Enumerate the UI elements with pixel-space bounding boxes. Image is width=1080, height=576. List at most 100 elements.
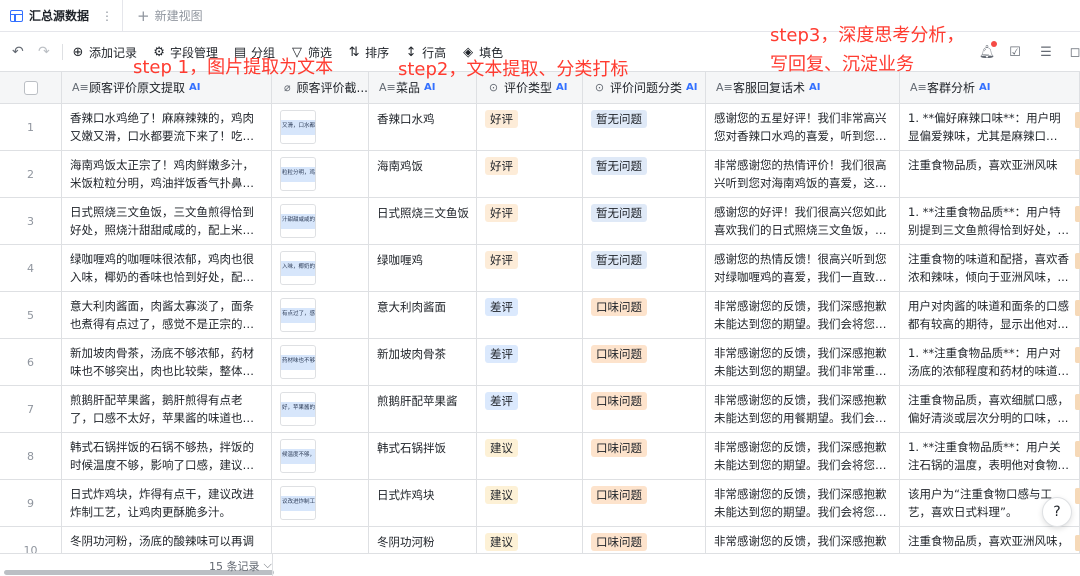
screenshot-thumbnail[interactable]: 有点过了，感觉 [280, 298, 316, 332]
sort-button[interactable]: ⇅ 排序 [347, 44, 389, 61]
bell-icon[interactable]: 🔔︎ [978, 41, 997, 61]
table-row[interactable]: 5意大利肉酱面，肉酱太寡淡了，面条也煮得有点过了，感觉不是正宗的意大利... 有点… [0, 292, 1080, 339]
table-row[interactable]: 6新加坡肉骨茶，汤底不够浓郁，药材味也不够突出，肉也比较柴，整体来说比... 药材… [0, 339, 1080, 386]
cell-issue-category[interactable]: 暂无问题 [583, 151, 706, 197]
cell-review-type[interactable]: 建议 [477, 480, 583, 526]
cell-review-type[interactable]: 差评 [477, 386, 583, 432]
screenshot-thumbnail[interactable]: 候温度不够，影 [280, 439, 316, 473]
more-icon[interactable]: ⋮ [101, 9, 113, 23]
cell-reply-script[interactable]: 感谢您的五星好评！我们非常高兴您对香辣口水鸡的喜爱，听到您说鸡... [706, 104, 900, 150]
cell-review-text[interactable]: 日式炸鸡块，炸得有点干，建议改进炸制工艺，让鸡肉更酥脆多汁。 [62, 480, 272, 526]
screenshot-thumbnail[interactable]: 汁甜甜咸咸的，配 [280, 204, 316, 238]
column-header[interactable]: A≡ 客群分析 AI [900, 72, 1080, 103]
cell-issue-category[interactable]: 口味问题 [583, 480, 706, 526]
cell-reply-script[interactable]: 感谢您的好评！我们很高兴您如此喜欢我们的日式照烧三文鱼饭，尤其... [706, 198, 900, 244]
undo-icon[interactable]: ↶ [12, 44, 26, 60]
cell-review-screenshot[interactable]: 好，苹果酱的味 [272, 386, 369, 432]
cell-review-type[interactable]: 差评 [477, 292, 583, 338]
cell-review-type[interactable]: 建议 [477, 433, 583, 479]
cell-review-screenshot[interactable]: 议改进炸制工 [272, 480, 369, 526]
cell-dish[interactable]: 意大利肉酱面 [369, 292, 477, 338]
cell-dish[interactable]: 海南鸡饭 [369, 151, 477, 197]
cell-customer-group[interactable]: 1. **偏好麻辣口味**：用户明显偏爱辣味，尤其是麻辣口味，... [900, 104, 1080, 150]
new-view-button[interactable]: + 新建视图 [137, 7, 203, 25]
screenshot-thumbnail[interactable]: 又滑，口水都 [280, 110, 316, 144]
cell-dish[interactable]: 新加坡肉骨茶 [369, 339, 477, 385]
footer-divider [272, 554, 273, 576]
cell-dish[interactable]: 煎鹅肝配苹果酱 [369, 386, 477, 432]
cell-issue-category[interactable]: 口味问题 [583, 386, 706, 432]
record-count[interactable]: 15 条记录 ⌵ [209, 558, 272, 574]
table-row[interactable]: 1香辣口水鸡绝了！麻麻辣辣的，鸡肉又嫩又滑，口水都要流下来了！吃完还想... 又滑… [0, 104, 1080, 151]
cell-review-screenshot[interactable]: 粒粒分明，鸡油拌 [272, 151, 369, 197]
cell-issue-category[interactable]: 暂无问题 [583, 198, 706, 244]
cell-dish[interactable]: 日式照烧三文鱼饭 [369, 198, 477, 244]
cell-customer-group[interactable]: 1. **注重食物品质**：用户关注石锅的温度，表明他对食物的... [900, 433, 1080, 479]
table-row[interactable]: 4绿咖喱鸡的咖喱味很浓郁，鸡肉也很入味，椰奶的香味也恰到好处，配饭一... 入味，… [0, 245, 1080, 292]
cell-dish[interactable]: 韩式石锅拌饭 [369, 433, 477, 479]
cell-dish[interactable]: 绿咖喱鸡 [369, 245, 477, 291]
cell-customer-group[interactable]: 注重食物品质，喜欢亚洲风味 [900, 151, 1080, 197]
cell-reply-script[interactable]: 感谢您的热情反馈！很高兴听到您对绿咖喱鸡的喜爱，我们一直致力于... [706, 245, 900, 291]
cell-issue-category[interactable]: 暂无问题 [583, 245, 706, 291]
cell-review-text[interactable]: 日式照烧三文鱼饭，三文鱼煎得恰到好处，照烧汁甜甜咸咸的，配上米饭，简... [62, 198, 272, 244]
cell-review-text[interactable]: 新加坡肉骨茶，汤底不够浓郁，药材味也不够突出，肉也比较柴，整体来说比... [62, 339, 272, 385]
table-row[interactable]: 3日式照烧三文鱼饭，三文鱼煎得恰到好处，照烧汁甜甜咸咸的，配上米饭，简... 汁甜… [0, 198, 1080, 245]
cell-reply-script[interactable]: 非常感谢您的热情评价！我们很高兴听到您对海南鸡饭的喜爱，这正是... [706, 151, 900, 197]
cell-review-text[interactable]: 韩式石锅拌饭的石锅不够热，拌饭的时候温度不够，影响了口感，建议提高石... [62, 433, 272, 479]
redo-icon[interactable]: ↷ [38, 44, 52, 60]
tab-summary-data[interactable]: 汇总源数据 ⋮ [0, 0, 124, 32]
cell-reply-script[interactable]: 非常感谢您的反馈，我们深感抱歉未能达到您的期望。我们会将您对日... [706, 480, 900, 526]
table-row[interactable]: 8韩式石锅拌饭的石锅不够热，拌饭的时候温度不够，影响了口感，建议提高石... 候温… [0, 433, 1080, 480]
cell-reply-script[interactable]: 非常感谢您的反馈，我们深感抱歉未能达到您的期望。我们会将您对韩... [706, 433, 900, 479]
cell-issue-category[interactable]: 口味问题 [583, 433, 706, 479]
screenshot-thumbnail[interactable]: 粒粒分明，鸡油拌 [280, 157, 316, 191]
table-row[interactable]: 9 日式炸鸡块，炸得有点干，建议改进炸制工艺，让鸡肉更酥脆多汁。 议改进炸制工 日式炸… [0, 480, 1080, 527]
cell-review-type[interactable]: 差评 [477, 339, 583, 385]
cell-reply-script[interactable]: 非常感谢您的反馈，我们深感抱歉未能达到您的期望。我们会将您对意... [706, 292, 900, 338]
cell-review-type[interactable]: 好评 [477, 245, 583, 291]
cell-review-screenshot[interactable]: 有点过了，感觉 [272, 292, 369, 338]
cell-review-text[interactable]: 海南鸡饭太正宗了！鸡肉鲜嫩多汁，米饭粒粒分明，鸡油拌饭香气扑鼻，简直... [62, 151, 272, 197]
cell-review-type[interactable]: 好评 [477, 198, 583, 244]
group-analysis-text: 用户对肉酱的味道和面条的口感都有较高的期待，显示出他对... [908, 299, 1069, 331]
cell-reply-script[interactable]: 非常感谢您的反馈，我们深感抱歉未能达到您的用餐期望。我们会将您... [706, 386, 900, 432]
cell-review-screenshot[interactable]: 候温度不够，影 [272, 433, 369, 479]
review-type-tag: 差评 [485, 392, 518, 410]
select-all-checkbox[interactable] [24, 81, 38, 95]
cell-review-screenshot[interactable]: 汁甜甜咸咸的，配 [272, 198, 369, 244]
thumbnail-text: 入味，椰奶的香 [282, 264, 316, 270]
cell-customer-group[interactable]: 1. **注重食物品质**：用户特别提到三文鱼煎得恰到好处，说... [900, 198, 1080, 244]
cell-review-screenshot[interactable]: 入味，椰奶的香 [272, 245, 369, 291]
cell-customer-group[interactable]: 注重食物品质，喜欢细腻口感，偏好清淡或层次分明的口味，... [900, 386, 1080, 432]
cell-review-text[interactable]: 意大利肉酱面，肉酱太寡淡了，面条也煮得有点过了，感觉不是正宗的意大利... [62, 292, 272, 338]
cell-review-screenshot[interactable]: 又滑，口水都 [272, 104, 369, 150]
add-record-button[interactable]: ⊕ 添加记录 [71, 44, 137, 61]
search-list-icon[interactable]: ☰ [1037, 43, 1055, 61]
cell-review-text[interactable]: 煎鹅肝配苹果酱，鹅肝煎得有点老了，口感不太好，苹果酱的味道也掩盖了鹅... [62, 386, 272, 432]
screenshot-thumbnail[interactable]: 议改进炸制工 [280, 486, 316, 520]
comment-icon[interactable]: ◻ [1066, 43, 1080, 61]
cell-dish[interactable]: 日式炸鸡块 [369, 480, 477, 526]
checklist-icon[interactable]: ☑ [1006, 43, 1024, 61]
cell-reply-script[interactable]: 非常感谢您的反馈，我们深感抱歉未能达到您的期望。我们非常重视您... [706, 339, 900, 385]
cell-customer-group[interactable]: 用户对肉酱的味道和面条的口感都有较高的期待，显示出他对... [900, 292, 1080, 338]
screenshot-thumbnail[interactable]: 入味，椰奶的香 [280, 251, 316, 285]
help-button[interactable]: ? [1042, 497, 1072, 527]
table-row[interactable]: 2海南鸡饭太正宗了！鸡肉鲜嫩多汁，米饭粒粒分明，鸡油拌饭香气扑鼻，简直... 粒粒… [0, 151, 1080, 198]
screenshot-thumbnail[interactable]: 药材味也不够突 [280, 345, 316, 379]
cell-issue-category[interactable]: 暂无问题 [583, 104, 706, 150]
cell-issue-category[interactable]: 口味问题 [583, 339, 706, 385]
cell-review-screenshot[interactable]: 药材味也不够突 [272, 339, 369, 385]
cell-review-type[interactable]: 好评 [477, 104, 583, 150]
cell-review-text[interactable]: 香辣口水鸡绝了！麻麻辣辣的，鸡肉又嫩又滑，口水都要流下来了！吃完还想... [62, 104, 272, 150]
cell-review-text[interactable]: 绿咖喱鸡的咖喱味很浓郁，鸡肉也很入味，椰奶的香味也恰到好处，配饭一... [62, 245, 272, 291]
thumbnail-text: 有点过了，感觉 [282, 311, 316, 317]
cell-issue-category[interactable]: 口味问题 [583, 292, 706, 338]
cell-customer-group[interactable]: 注重食物的味道和配搭，喜欢香浓和辣味，倾向于亚洲风味，... [900, 245, 1080, 291]
cell-customer-group[interactable]: 1. **注重食物品质**：用户对汤底的浓郁程度和药材的味道有... [900, 339, 1080, 385]
screenshot-thumbnail[interactable]: 好，苹果酱的味 [280, 392, 316, 426]
cell-dish[interactable]: 香辣口水鸡 [369, 104, 477, 150]
cell-review-type[interactable]: 好评 [477, 151, 583, 197]
table-row[interactable]: 7煎鹅肝配苹果酱，鹅肝煎得有点老了，口感不太好，苹果酱的味道也掩盖了鹅... 好，… [0, 386, 1080, 433]
